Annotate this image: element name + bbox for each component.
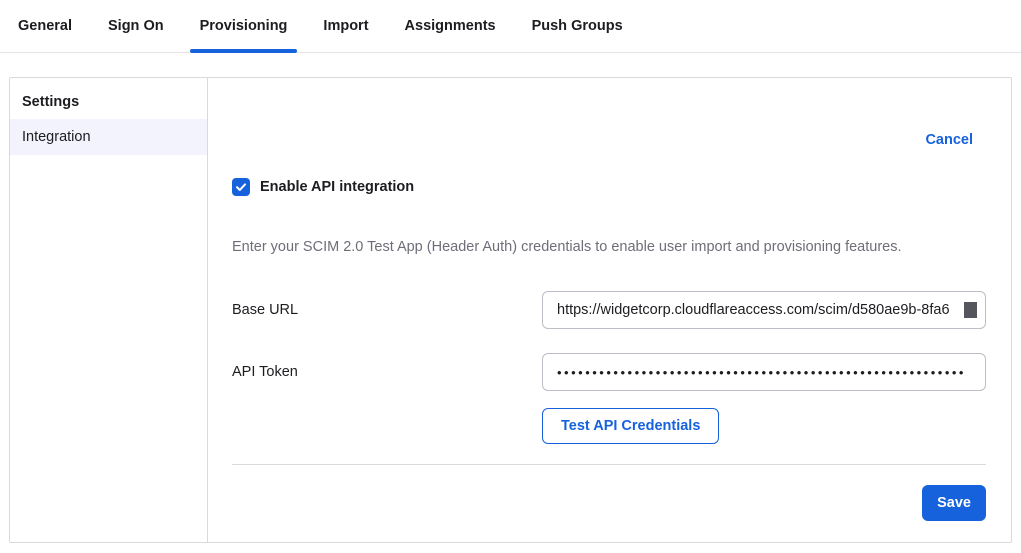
api-token-input[interactable]: ••••••••••••••••••••••••••••••••••••••••… [542, 353, 986, 391]
sidebar-item-integration[interactable]: Integration [10, 119, 207, 155]
sidebar-header: Settings [10, 84, 207, 119]
checkmark-icon [235, 181, 247, 193]
base-url-label: Base URL [232, 302, 542, 318]
test-api-credentials-button[interactable]: Test API Credentials [542, 408, 719, 444]
tab-general[interactable]: General [8, 0, 82, 52]
enable-api-integration-label: Enable API integration [260, 179, 414, 195]
api-token-masked-value: ••••••••••••••••••••••••••••••••••••••••… [557, 365, 977, 380]
api-token-label: API Token [232, 364, 542, 380]
settings-sidebar: Settings Integration [10, 78, 208, 542]
footer-divider [232, 464, 986, 465]
base-url-row: Base URL https://widgetcorp.cloudflareac… [232, 291, 986, 329]
provisioning-card: Settings Integration Cancel Enable API i… [9, 77, 1012, 543]
integration-settings-panel: Cancel Enable API integration Enter your… [208, 78, 1011, 542]
cancel-link[interactable]: Cancel [925, 132, 973, 148]
base-url-value: https://widgetcorp.cloudflareaccess.com/… [557, 302, 963, 318]
app-tabs: General Sign On Provisioning Import Assi… [0, 0, 1021, 53]
tab-import[interactable]: Import [313, 0, 378, 52]
credentials-description: Enter your SCIM 2.0 Test App (Header Aut… [232, 239, 986, 255]
tab-push-groups[interactable]: Push Groups [522, 0, 633, 52]
save-button[interactable]: Save [922, 485, 986, 521]
base-url-input[interactable]: https://widgetcorp.cloudflareaccess.com/… [542, 291, 986, 329]
tab-assignments[interactable]: Assignments [395, 0, 506, 52]
tab-sign-on[interactable]: Sign On [98, 0, 174, 52]
text-selection-block [964, 302, 977, 318]
tab-provisioning[interactable]: Provisioning [190, 0, 298, 52]
enable-api-integration-checkbox[interactable] [232, 178, 250, 196]
enable-api-integration-row: Enable API integration [232, 178, 986, 196]
api-token-row: API Token ••••••••••••••••••••••••••••••… [232, 353, 986, 391]
